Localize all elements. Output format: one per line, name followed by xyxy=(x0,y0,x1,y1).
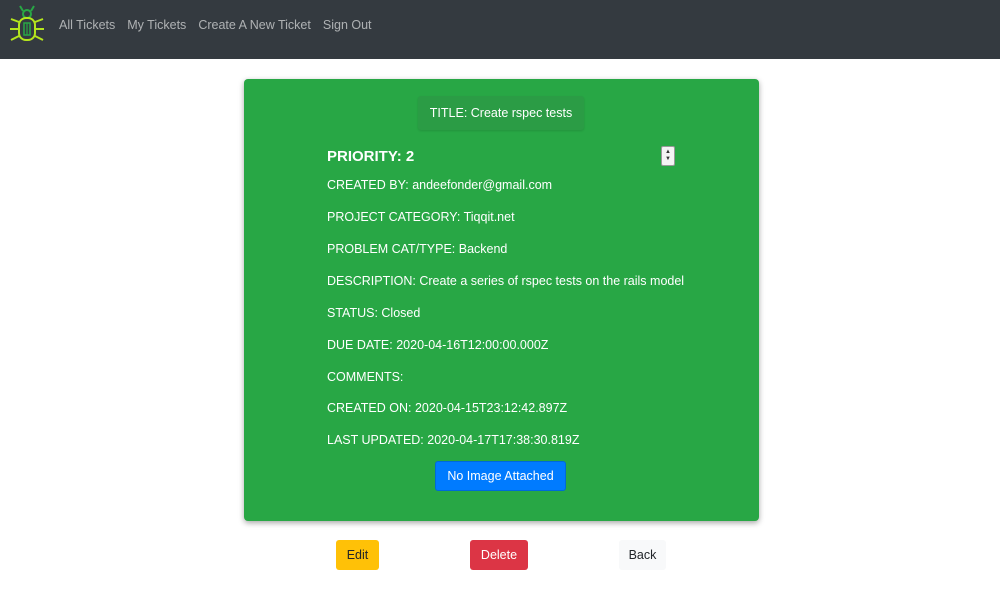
ticket-created-on: CREATED ON: 2020-04-15T23:12:42.897Z xyxy=(327,401,568,415)
ticket-description: DESCRIPTION: Create a series of rspec te… xyxy=(327,274,685,288)
ticket-card: TITLE: Create rspec tests PRIORITY: 2 ▲ … xyxy=(244,79,759,521)
stepper-up-icon[interactable]: ▲ xyxy=(665,149,671,156)
ticket-title: TITLE: Create rspec tests xyxy=(418,96,584,130)
ticket-project-category: PROJECT CATEGORY: Tiqqit.net xyxy=(327,210,515,224)
ticket-priority: PRIORITY: 2 xyxy=(327,148,415,165)
priority-stepper[interactable]: ▲ ▼ xyxy=(661,146,675,166)
ticket-problem-type: PROBLEM CAT/TYPE: Backend xyxy=(327,242,508,256)
delete-button[interactable]: Delete xyxy=(470,540,528,570)
back-button[interactable]: Back xyxy=(619,540,666,570)
bug-icon[interactable] xyxy=(6,3,48,47)
nav-my-tickets[interactable]: My Tickets xyxy=(127,18,186,32)
ticket-created-by: CREATED BY: andeefonder@gmail.com xyxy=(327,178,553,192)
nav-create-ticket[interactable]: Create A New Ticket xyxy=(198,18,311,32)
edit-button[interactable]: Edit xyxy=(336,540,379,570)
ticket-last-updated: LAST UPDATED: 2020-04-17T17:38:30.819Z xyxy=(327,433,580,447)
ticket-status: STATUS: Closed xyxy=(327,306,421,320)
nav-links: All Tickets My Tickets Create A New Tick… xyxy=(59,18,384,32)
ticket-due-date: DUE DATE: 2020-04-16T12:00:00.000Z xyxy=(327,338,549,352)
navbar: All Tickets My Tickets Create A New Tick… xyxy=(0,0,1000,59)
ticket-comments: COMMENTS: xyxy=(327,370,404,384)
image-button[interactable]: No Image Attached xyxy=(435,461,566,491)
nav-all-tickets[interactable]: All Tickets xyxy=(59,18,115,32)
nav-sign-out[interactable]: Sign Out xyxy=(323,18,372,32)
stepper-down-icon[interactable]: ▼ xyxy=(665,156,671,163)
